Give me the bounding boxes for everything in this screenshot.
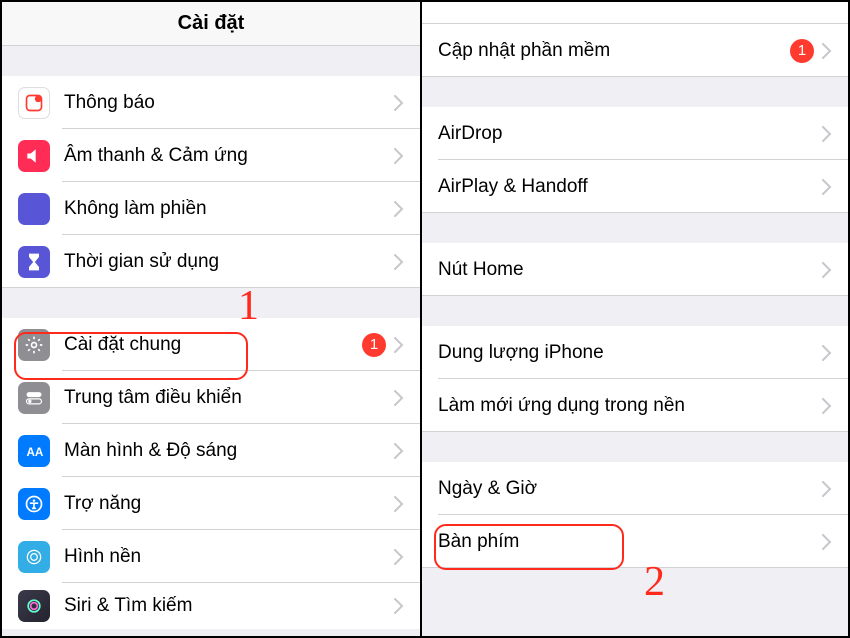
svg-text:AA: AA xyxy=(27,446,44,459)
partial-row-top xyxy=(422,2,848,24)
row-label: Bàn phím xyxy=(438,531,822,553)
row-screentime[interactable]: Thời gian sử dụng xyxy=(2,235,420,288)
row-iphone-storage[interactable]: Dung lượng iPhone xyxy=(422,326,848,379)
row-keyboard[interactable]: Bàn phím xyxy=(422,515,848,568)
gear-icon xyxy=(18,329,50,361)
row-label: Siri & Tìm kiếm xyxy=(64,595,394,617)
row-sounds[interactable]: Âm thanh & Cảm ứng xyxy=(2,129,420,182)
row-label: Trung tâm điều khiển xyxy=(64,387,394,409)
row-label: Cài đặt chung xyxy=(64,334,362,356)
row-label: Thời gian sử dụng xyxy=(64,251,394,273)
chevron-right-icon xyxy=(822,43,832,59)
row-airplay[interactable]: AirPlay & Handoff xyxy=(422,160,848,213)
row-about[interactable] xyxy=(422,2,848,24)
row-label: AirPlay & Handoff xyxy=(438,176,822,198)
row-accessibility[interactable]: Trợ năng xyxy=(2,477,420,530)
text-icon: AA xyxy=(18,435,50,467)
row-label: Trợ năng xyxy=(64,493,394,515)
row-label: Nút Home xyxy=(438,259,822,281)
chevron-right-icon xyxy=(822,126,832,142)
chevron-right-icon xyxy=(394,443,404,459)
row-label: Hình nền xyxy=(64,546,394,568)
chevron-right-icon xyxy=(394,148,404,164)
chevron-right-icon xyxy=(822,481,832,497)
moon-icon xyxy=(18,193,50,225)
row-display[interactable]: AA Màn hình & Độ sáng xyxy=(2,424,420,477)
page-title: Cài đặt xyxy=(2,2,420,46)
siri-icon xyxy=(18,590,50,622)
chevron-right-icon xyxy=(394,390,404,406)
notification-icon xyxy=(18,87,50,119)
row-label: Màn hình & Độ sáng xyxy=(64,440,394,462)
row-label: Âm thanh & Cảm ứng xyxy=(64,145,394,167)
chevron-right-icon xyxy=(394,95,404,111)
row-airdrop[interactable]: AirDrop xyxy=(422,107,848,160)
row-label: Không làm phiền xyxy=(64,198,394,220)
badge-count: 1 xyxy=(362,333,386,357)
row-label: AirDrop xyxy=(438,123,822,145)
chevron-right-icon xyxy=(394,598,404,614)
chevron-right-icon xyxy=(394,201,404,217)
row-dnd[interactable]: Không làm phiền xyxy=(2,182,420,235)
wallpaper-icon xyxy=(18,541,50,573)
row-background-refresh[interactable]: Làm mới ứng dụng trong nền xyxy=(422,379,848,432)
chevron-right-icon xyxy=(822,345,832,361)
row-control-center[interactable]: Trung tâm điều khiển xyxy=(2,371,420,424)
row-home-button[interactable]: Nút Home xyxy=(422,243,848,296)
chevron-right-icon xyxy=(394,337,404,353)
chevron-right-icon xyxy=(394,254,404,270)
badge-count: 1 xyxy=(790,39,814,63)
toggle-icon xyxy=(18,382,50,414)
row-label: Thông báo xyxy=(64,92,394,114)
row-label: Làm mới ứng dụng trong nền xyxy=(438,395,822,417)
settings-group-1: Thông báo Âm thanh & Cảm ứng Không làm p… xyxy=(2,76,420,288)
chevron-right-icon xyxy=(822,179,832,195)
row-siri[interactable]: Siri & Tìm kiếm xyxy=(2,583,420,629)
row-wallpaper[interactable]: Hình nền xyxy=(2,530,420,583)
row-label: Ngày & Giờ xyxy=(438,478,822,500)
row-label: Cập nhật phần mềm xyxy=(438,40,790,62)
sound-icon xyxy=(18,140,50,172)
row-general[interactable]: Cài đặt chung 1 xyxy=(2,318,420,371)
row-date-time[interactable]: Ngày & Giờ xyxy=(422,462,848,515)
settings-pane: Cài đặt Thông báo Âm thanh & Cảm ứng Khô… xyxy=(2,2,422,636)
row-notifications[interactable]: Thông báo xyxy=(2,76,420,129)
chevron-right-icon xyxy=(822,534,832,550)
chevron-right-icon xyxy=(394,496,404,512)
general-pane: Cập nhật phần mềm 1 AirDrop AirPlay & Ha… xyxy=(422,2,848,636)
row-label: Dung lượng iPhone xyxy=(438,342,822,364)
chevron-right-icon xyxy=(822,262,832,278)
accessibility-icon xyxy=(18,488,50,520)
chevron-right-icon xyxy=(822,398,832,414)
settings-group-2: Cài đặt chung 1 Trung tâm điều khiển AA … xyxy=(2,318,420,629)
row-software-update[interactable]: Cập nhật phần mềm 1 xyxy=(422,24,848,77)
chevron-right-icon xyxy=(394,549,404,565)
hourglass-icon xyxy=(18,246,50,278)
